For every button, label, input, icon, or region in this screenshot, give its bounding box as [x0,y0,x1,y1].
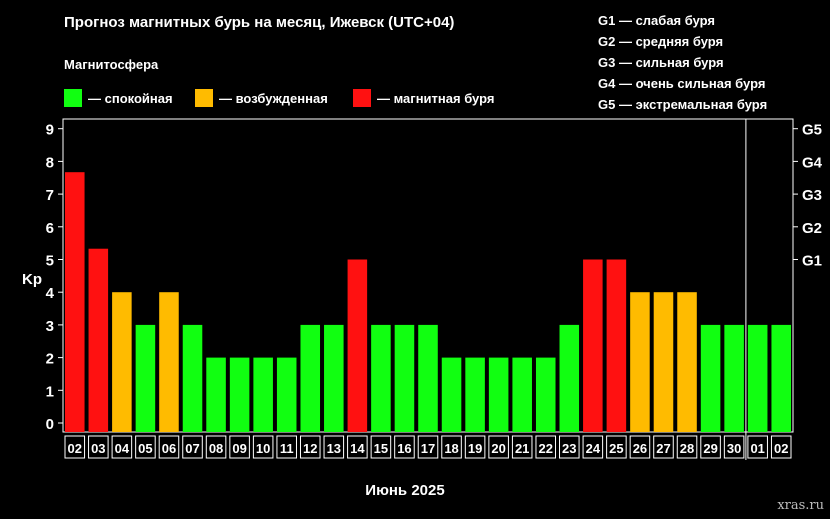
bar-quiet [488,357,509,432]
kp-bar-chart: 0123456789G1G2G3G4G5Kp02 03 04 05 06 07 08 09 10… [22,118,823,499]
bar-quiet [229,357,250,432]
bar-active [653,292,674,432]
x-tick-label: 24 [586,441,601,456]
x-tick-label: 21 [515,441,529,456]
bar-quiet [771,324,791,432]
x-tick-label: 28 [680,441,694,456]
x-tick-label: 03 [91,441,105,456]
x-tick-label: 06 [162,441,176,456]
x-tick-label: 14 [350,441,365,456]
bar-quiet [747,324,768,432]
g-tick-label: G2 [802,220,822,237]
bar-active [112,292,132,432]
x-tick-label: 02 [68,441,82,456]
y-tick-label: 6 [46,220,54,237]
bar-active [159,292,179,432]
x-tick-label: 17 [421,441,435,456]
y-tick-label: 0 [46,416,54,433]
x-tick-label: 04 [115,441,130,456]
y-tick-label: 7 [46,187,54,204]
x-tick-label: 18 [444,441,458,456]
g-tick-label: G3 [802,187,822,204]
x-tick-label: 01 [750,441,764,456]
bar-quiet [253,357,273,432]
y-tick-label: 8 [46,154,54,171]
y-axis-label: Kp [22,271,42,288]
x-axis-label: Июнь 2025 [365,482,444,499]
bar-quiet [512,357,532,432]
g-tick-label: G5 [802,122,822,139]
bar-quiet [371,324,391,432]
bar-quiet [206,357,226,432]
bar-quiet [300,324,321,432]
x-tick-label: 22 [539,441,553,456]
bar-quiet [535,357,556,432]
x-tick-label: 27 [656,441,670,456]
bar-quiet [700,324,721,432]
bar-quiet [135,324,156,432]
x-tick-label: 26 [633,441,647,456]
x-tick-label: 25 [609,441,623,456]
bar-quiet [394,324,415,432]
x-tick-label: 29 [703,441,717,456]
bar-active [630,292,650,432]
x-tick-label: 23 [562,441,576,456]
x-tick-label: 16 [397,441,411,456]
bar-quiet [418,324,438,432]
bar-quiet [182,324,203,432]
x-tick-label: 12 [303,441,317,456]
bar-storm [347,259,368,432]
y-tick-label: 1 [46,383,54,400]
bar-storm [65,172,85,433]
bar-storm [88,248,109,432]
watermark: xras.ru [777,498,824,513]
x-tick-label: 08 [209,441,223,456]
g-tick-label: G4 [802,154,823,171]
y-tick-label: 9 [46,122,54,139]
x-tick-label: 10 [256,441,270,456]
x-tick-label: 30 [727,441,741,456]
x-tick-label: 02 [774,441,788,456]
bar-quiet [276,357,297,432]
y-tick-label: 2 [46,351,54,368]
bar-quiet [441,357,462,432]
bar-storm [606,259,627,432]
bar-quiet [324,324,344,432]
x-tick-label: 05 [138,441,152,456]
x-tick-label: 07 [185,441,199,456]
y-tick-label: 3 [46,318,54,335]
x-tick-label: 15 [374,441,388,456]
x-tick-label: 20 [491,441,505,456]
bar-storm [583,259,603,432]
bar-quiet [559,324,580,432]
bar-active [677,292,697,432]
bar-quiet [724,324,744,432]
y-tick-label: 4 [46,285,55,302]
y-tick-label: 5 [46,253,54,270]
x-tick-label: 13 [327,441,341,456]
bar-quiet [465,357,485,432]
x-tick-label: 19 [468,441,482,456]
x-tick-label: 09 [232,441,246,456]
x-tick-label: 11 [280,441,294,456]
g-tick-label: G1 [802,253,822,270]
